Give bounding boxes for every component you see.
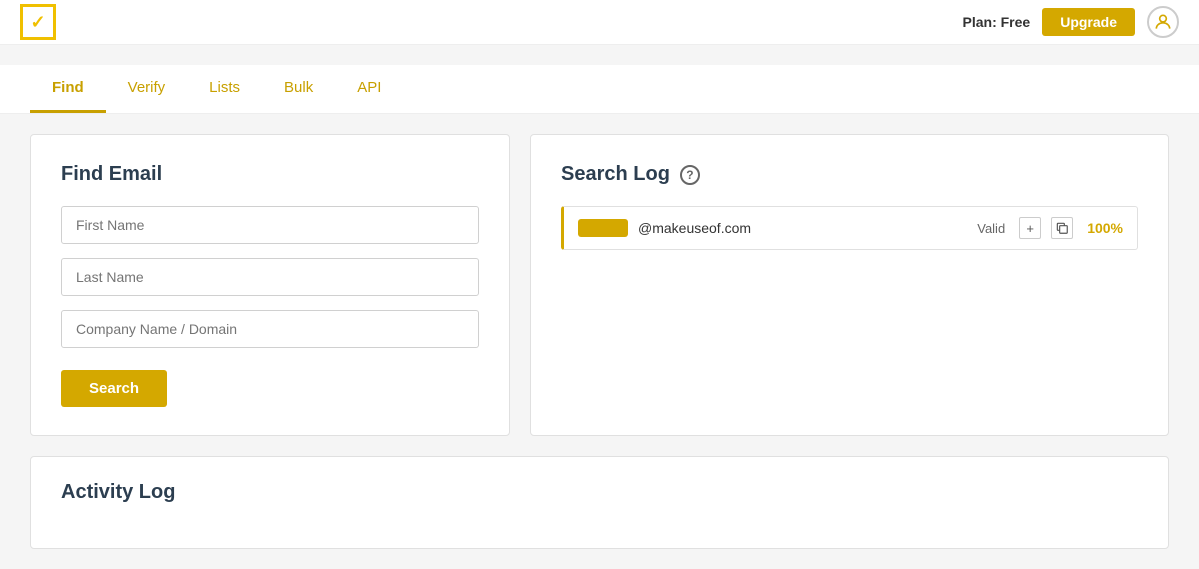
email-blurred — [578, 219, 628, 237]
last-name-group — [61, 258, 479, 296]
last-name-input[interactable] — [61, 258, 479, 296]
activity-log-panel: Activity Log — [30, 456, 1169, 549]
company-domain-input[interactable] — [61, 310, 479, 348]
tab-api[interactable]: API — [335, 65, 403, 113]
header-right: Plan: Free Upgrade — [963, 6, 1180, 38]
copy-email-button[interactable] — [1051, 217, 1073, 239]
search-log-panel: Search Log ? @makeuseof.com Valid + 100% — [530, 134, 1169, 436]
find-email-panel: Find Email Search — [30, 134, 510, 436]
log-entry: @makeuseof.com Valid + 100% — [561, 206, 1138, 250]
find-email-title: Find Email — [61, 163, 479, 186]
activity-log-title: Activity Log — [61, 481, 1138, 504]
company-domain-group — [61, 310, 479, 348]
tab-verify[interactable]: Verify — [106, 65, 188, 113]
first-name-input[interactable] — [61, 206, 479, 244]
plan-type: Free — [1001, 14, 1031, 30]
help-icon[interactable]: ? — [680, 165, 700, 185]
main-content: Find Email Search Search Log ? @makeuseo… — [0, 114, 1199, 569]
tab-find[interactable]: Find — [30, 65, 106, 113]
user-avatar-icon[interactable] — [1147, 6, 1179, 38]
email-domain: @makeuseof.com — [638, 220, 967, 236]
header: ✓ Plan: Free Upgrade — [0, 0, 1199, 45]
add-to-list-button[interactable]: + — [1019, 217, 1041, 239]
nav-bar: Find Verify Lists Bulk API — [0, 65, 1199, 114]
valid-label: Valid — [977, 221, 1005, 236]
search-log-title-row: Search Log ? — [561, 163, 1138, 186]
plan-info: Plan: Free — [963, 14, 1031, 30]
logo-checkmark: ✓ — [30, 12, 45, 33]
logo: ✓ — [20, 4, 56, 40]
panels-row: Find Email Search Search Log ? @makeuseo… — [30, 134, 1169, 436]
search-log-title: Search Log — [561, 163, 670, 186]
search-button[interactable]: Search — [61, 370, 167, 407]
upgrade-button[interactable]: Upgrade — [1042, 8, 1135, 36]
tab-bulk[interactable]: Bulk — [262, 65, 335, 113]
first-name-group — [61, 206, 479, 244]
plan-label: Plan: — [963, 14, 997, 30]
confidence-percent: 100% — [1087, 220, 1123, 236]
tab-lists[interactable]: Lists — [187, 65, 262, 113]
